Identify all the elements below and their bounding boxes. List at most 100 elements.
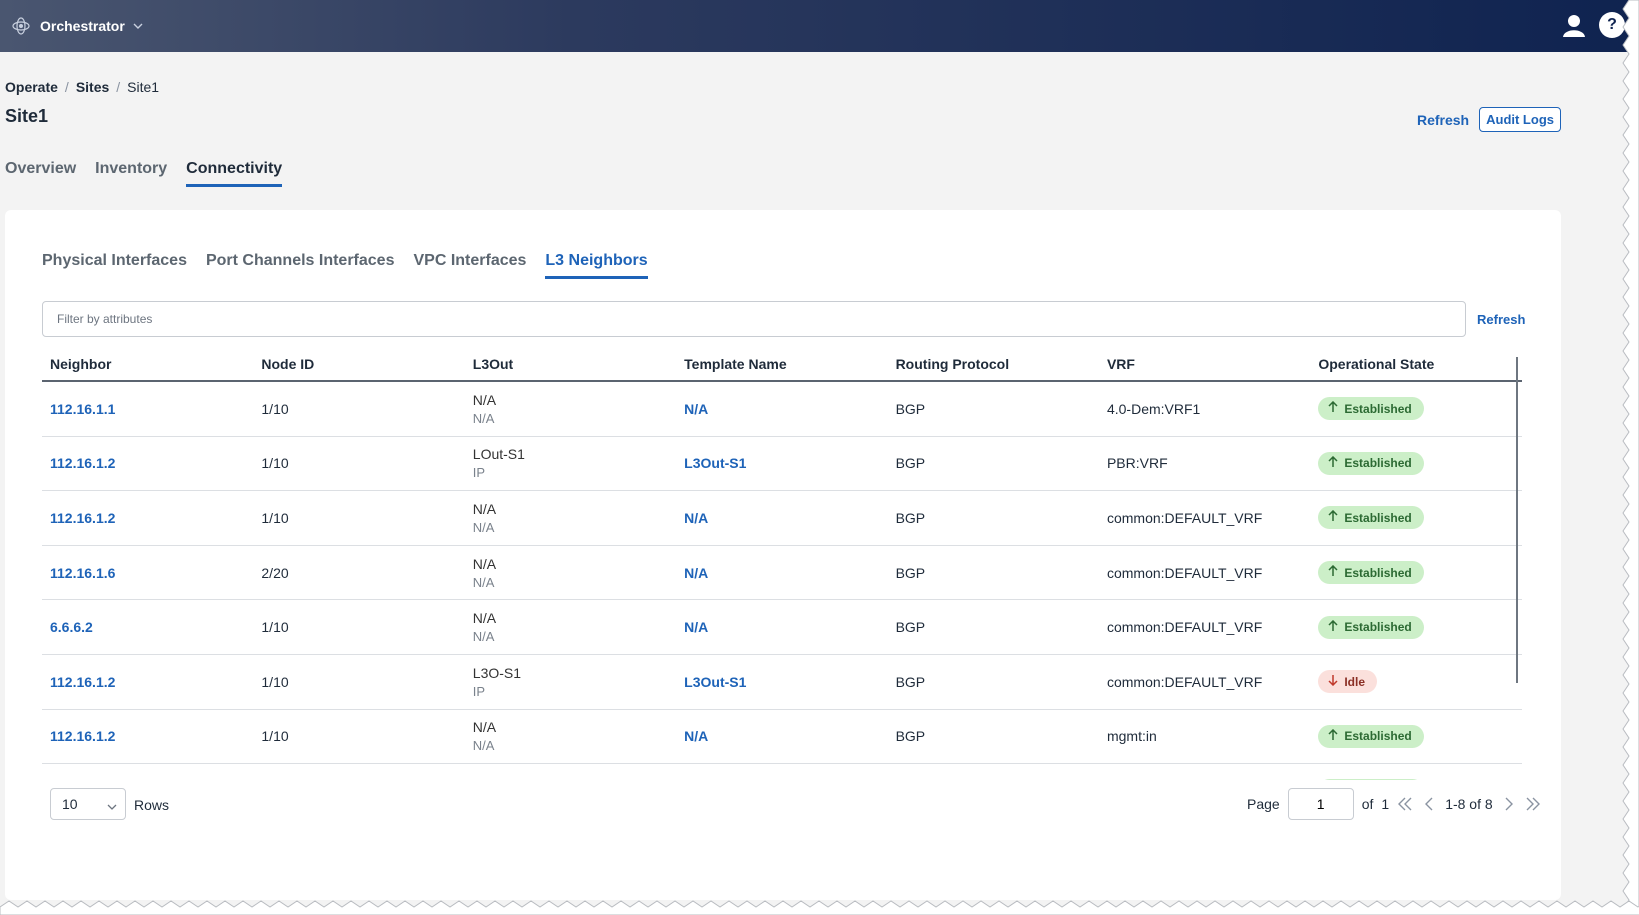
breadcrumb-operate[interactable]: Operate <box>5 79 58 95</box>
template-link[interactable]: N/A <box>684 510 708 526</box>
table-row[interactable]: 112.16.1.2 1/10 L3O-S1 IP L3Out-S1 BGP common:… <box>42 655 1522 710</box>
routing-protocol-cell: BGP <box>895 509 926 526</box>
vrf-cell: common:DEFAULT_VRF <box>1106 673 1263 690</box>
l3out-cell: N/A N/A <box>465 392 676 426</box>
status-badge: Established <box>1318 615 1424 639</box>
rows-per-page-select[interactable]: 10 <box>50 788 126 820</box>
app-title[interactable]: Orchestrator <box>40 18 125 34</box>
page-label: Page <box>1247 796 1280 812</box>
breadcrumb-separator: / <box>64 79 69 95</box>
audit-logs-button[interactable]: Audit Logs <box>1479 107 1561 132</box>
tab-overview[interactable]: Overview <box>5 160 76 187</box>
column-header-node-id[interactable]: Node ID <box>253 356 464 372</box>
arrow-up-icon <box>1328 565 1338 580</box>
status-badge: Idle <box>1318 670 1378 694</box>
next-page-icon[interactable] <box>1501 796 1517 812</box>
template-link[interactable]: N/A <box>684 728 708 744</box>
template-link[interactable]: N/A <box>684 401 708 417</box>
table-refresh-button[interactable]: Refresh <box>1477 312 1525 327</box>
template-link[interactable]: L3Out-S1 <box>684 674 746 690</box>
l3out-name: N/A <box>472 610 497 627</box>
neighbor-link[interactable]: 6.6.6.2 <box>50 619 93 635</box>
l3out-cell: N/A N/A <box>465 556 676 590</box>
l3out-name: LOut-S1 <box>472 446 525 463</box>
vrf-cell: mgmt:in <box>1106 728 1157 745</box>
table-header: Neighbor Node ID L3Out Template Name Rou… <box>42 347 1522 382</box>
tab-l3-neighbors[interactable]: L3 Neighbors <box>545 252 648 279</box>
column-header-l3out[interactable]: L3Out <box>465 356 676 372</box>
node-id-cell: 1/10 <box>261 673 289 690</box>
page-title: Site1 <box>5 106 49 126</box>
table-row[interactable]: 112.16.1.6 2/20 N/A N/A N/A BGP common:DEFAULT… <box>42 546 1522 601</box>
column-header-template-name[interactable]: Template Name <box>676 356 887 372</box>
neighbor-link[interactable]: 112.16.1.2 <box>50 455 115 471</box>
status-badge: Established <box>1318 451 1424 475</box>
status-label: Established <box>1344 510 1412 525</box>
vrf-cell: common:DEFAULT_VRF <box>1106 564 1263 581</box>
page-number-input[interactable] <box>1287 788 1354 820</box>
status-label: Idle <box>1344 674 1366 689</box>
neighbor-link[interactable]: 112.16.1.6 <box>50 565 115 581</box>
vrf-cell: PBR:VRF <box>1106 455 1168 472</box>
table-row[interactable]: 6.6.6.2 1/10 N/A N/A N/A BGP common:DEFAULT_VR… <box>42 600 1522 655</box>
l3out-type: IP <box>472 683 486 699</box>
template-link[interactable]: N/A <box>684 619 708 635</box>
neighbor-link[interactable]: 112.16.1.2 <box>50 728 115 744</box>
tab-vpc-interfaces[interactable]: VPC Interfaces <box>413 252 526 279</box>
l3out-name: N/A <box>472 555 497 572</box>
breadcrumb-sites[interactable]: Sites <box>76 79 109 95</box>
routing-protocol-cell: BGP <box>895 728 926 745</box>
tab-inventory[interactable]: Inventory <box>95 160 167 187</box>
arrow-up-icon <box>1328 455 1338 471</box>
table-row[interactable]: 112.16.1.1 1/10 N/A N/A N/A BGP 4.0-Dem:VRF1 Es… <box>42 382 1522 437</box>
status-label: Established <box>1344 729 1412 744</box>
vrf-cell: 4.0-Dem:VRF1 <box>1106 400 1201 417</box>
table-row[interactable]: 112.16.1.2 1/10 LOut-S1 IP L3Out-S1 BGP PBR:VR… <box>42 437 1522 492</box>
status-badge: Established <box>1318 506 1424 530</box>
template-link[interactable]: N/A <box>684 565 708 581</box>
column-header-operational-state[interactable]: Operational State <box>1310 356 1521 372</box>
breadcrumb-current: Site1 <box>127 79 160 95</box>
l3out-cell: L3O-S1 IP <box>465 665 676 699</box>
main-tabs: Overview Inventory Connectivity <box>5 160 283 187</box>
neighbor-link[interactable]: 112.16.1.1 <box>50 401 115 417</box>
last-page-icon[interactable] <box>1525 796 1541 812</box>
l3out-name: N/A <box>472 719 497 736</box>
tab-port-channels-interfaces[interactable]: Port Channels Interfaces <box>206 252 395 279</box>
routing-protocol-cell: BGP <box>895 455 926 472</box>
column-header-routing-protocol[interactable]: Routing Protocol <box>888 356 1099 372</box>
table-scrollbar[interactable] <box>1516 357 1518 683</box>
template-link[interactable]: L3Out-S1 <box>684 455 746 471</box>
l3out-type: N/A <box>472 574 495 590</box>
connectivity-card: Physical Interfaces Port Channels Interf… <box>5 210 1561 900</box>
tab-connectivity[interactable]: Connectivity <box>186 160 283 187</box>
table-row[interactable]: 112.16.1.2 1/10 N/A N/A N/A BGP mgmt:in Establi… <box>42 710 1522 765</box>
column-header-neighbor[interactable]: Neighbor <box>42 356 253 372</box>
l3out-type: N/A <box>472 519 495 535</box>
arrow-up-icon <box>1328 510 1338 525</box>
status-label: Established <box>1344 620 1412 635</box>
chevron-down-icon[interactable] <box>133 20 145 32</box>
node-id-cell: 1/10 <box>261 728 289 745</box>
routing-protocol-cell: BGP <box>895 619 926 636</box>
l3out-name: N/A <box>472 391 497 408</box>
table-row[interactable]: N/AEstablished <box>42 764 1522 780</box>
refresh-button[interactable]: Refresh <box>1417 112 1469 128</box>
table-row[interactable]: 112.16.1.2 1/10 N/A N/A N/A BGP common:DEFAULT… <box>42 491 1522 546</box>
previous-page-icon[interactable] <box>1421 796 1437 812</box>
status-label: Established <box>1344 456 1412 471</box>
l3out-name: N/A <box>472 500 497 517</box>
routing-protocol-cell: BGP <box>895 564 926 581</box>
sub-tabs: Physical Interfaces Port Channels Interf… <box>42 252 648 279</box>
status-badge: Established <box>1318 724 1424 748</box>
status-badge: Established <box>1318 561 1424 585</box>
table-body: 112.16.1.1 1/10 N/A N/A N/A BGP 4.0-Dem:VRF1 Es… <box>42 382 1522 780</box>
filter-input[interactable] <box>42 301 1466 337</box>
neighbor-link[interactable]: 112.16.1.2 <box>50 674 115 690</box>
l3out-type: N/A <box>472 410 495 426</box>
column-header-vrf[interactable]: VRF <box>1099 356 1310 372</box>
neighbor-link[interactable]: 112.16.1.2 <box>50 510 115 526</box>
tab-physical-interfaces[interactable]: Physical Interfaces <box>42 252 187 279</box>
user-icon[interactable] <box>1561 12 1587 38</box>
first-page-icon[interactable] <box>1397 796 1413 812</box>
